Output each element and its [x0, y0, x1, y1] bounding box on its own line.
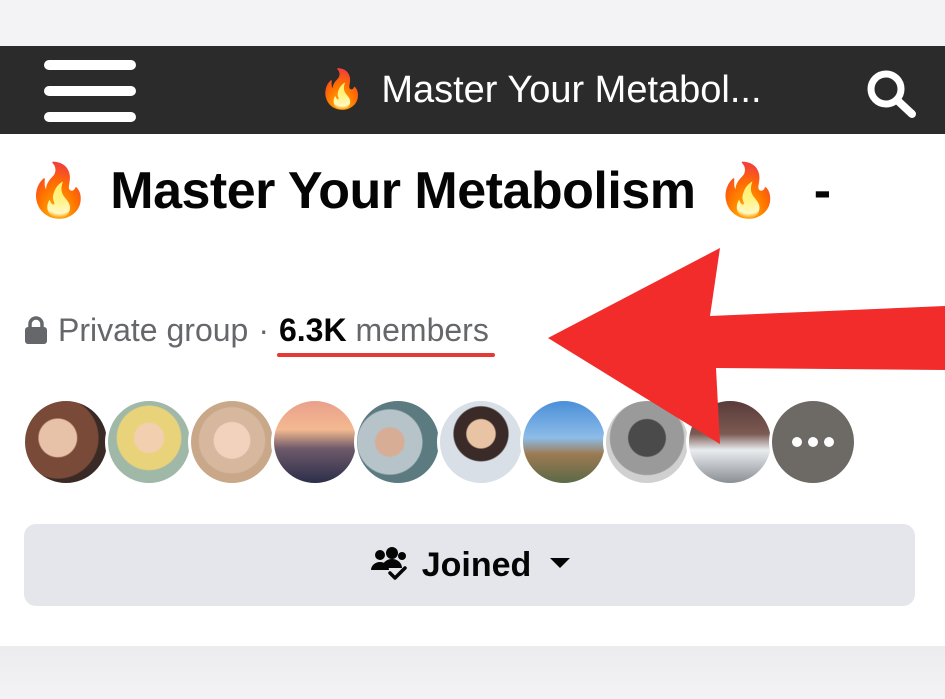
joined-label: Joined — [421, 545, 532, 584]
member-avatar-1[interactable] — [22, 398, 110, 486]
navbar-title: 🔥 Master Your Metabol... — [318, 64, 762, 116]
member-avatar-8[interactable] — [603, 398, 691, 486]
member-avatar-2[interactable] — [105, 398, 193, 486]
member-count: 6.3K — [278, 311, 347, 348]
group-title-suffix: - — [813, 161, 831, 220]
group-page: 🔥 Master Your Metabol... 🔥 Master Your M… — [0, 0, 945, 699]
navbar-title-text: Master Your Metabol... — [381, 68, 762, 111]
group-meta: Private group · 6.3K members — [24, 308, 495, 357]
caret-down-icon — [549, 556, 571, 575]
meta-separator: · — [258, 311, 269, 348]
member-avatar-3[interactable] — [188, 398, 276, 486]
top-navbar: 🔥 Master Your Metabol... — [0, 46, 945, 134]
group-title: 🔥 Master Your Metabolism 🔥 - — [26, 160, 831, 221]
hamburger-menu-icon[interactable] — [44, 58, 136, 124]
more-dots-icon[interactable] — [769, 398, 857, 486]
group-joined-icon — [368, 546, 408, 585]
status-strip — [0, 0, 945, 46]
group-title-text: Master Your Metabolism — [110, 161, 696, 220]
section-divider — [0, 646, 945, 699]
fire-emoji-icon: 🔥 — [715, 162, 780, 220]
search-icon[interactable] — [864, 68, 920, 118]
member-avatar-5[interactable] — [354, 398, 442, 486]
member-label: members — [355, 311, 489, 348]
fire-emoji-icon: 🔥 — [318, 69, 366, 111]
privacy-label: Private group — [58, 311, 249, 348]
lock-icon — [24, 315, 48, 345]
members-link[interactable]: 6.3K members — [276, 311, 495, 357]
member-avatar-4[interactable] — [271, 398, 359, 486]
member-avatar-6[interactable] — [437, 398, 525, 486]
annotation-underline — [276, 352, 495, 357]
member-avatar-9[interactable] — [686, 398, 774, 486]
member-avatar-7[interactable] — [520, 398, 608, 486]
joined-button[interactable]: Joined — [24, 524, 915, 606]
fire-emoji-icon: 🔥 — [26, 162, 91, 220]
